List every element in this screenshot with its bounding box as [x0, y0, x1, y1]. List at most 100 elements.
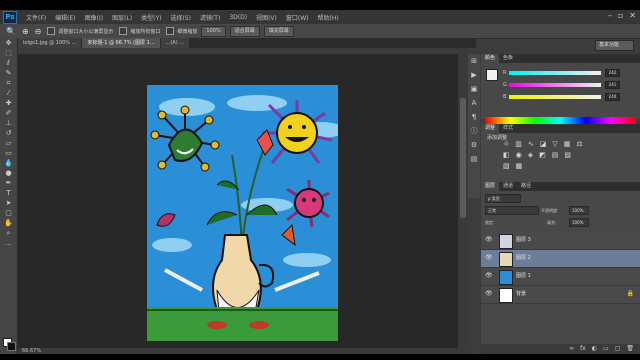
healing-icon[interactable]: ✚ — [0, 98, 17, 108]
menu-select[interactable]: 选择(S) — [170, 13, 191, 22]
g-value[interactable]: 241 — [605, 81, 620, 89]
eraser-icon[interactable]: ▱ — [0, 138, 17, 148]
layer-name[interactable]: 图层 2 — [516, 254, 531, 261]
resize-windows-checkbox[interactable] — [47, 27, 56, 35]
eye-icon[interactable]: 👁 — [485, 236, 493, 244]
tab-swatches[interactable]: 色板 — [499, 54, 517, 63]
folder-icon[interactable]: ▭ — [603, 344, 609, 354]
blur-icon[interactable]: 💧 — [0, 158, 17, 168]
gradient-map-icon[interactable]: ▨ — [503, 162, 510, 170]
actual-pixels-button[interactable]: 100% — [201, 25, 226, 37]
lasso-icon[interactable]: ℓ — [0, 58, 17, 68]
selective-color-icon[interactable]: ▩ — [516, 162, 523, 170]
opacity-input[interactable]: 100% — [569, 206, 589, 215]
info-icon[interactable]: ⓘ — [468, 124, 480, 138]
dodge-icon[interactable]: ● — [0, 168, 17, 178]
r-slider-bar[interactable] — [509, 71, 601, 75]
crop-icon[interactable]: ⌗ — [0, 78, 17, 88]
exposure-icon[interactable]: ◪ — [540, 140, 547, 148]
layer-row[interactable]: 👁 图层 3 — [481, 232, 640, 250]
fx-icon[interactable]: fx — [580, 344, 586, 354]
stamp-icon[interactable]: ⊥ — [0, 118, 17, 128]
menu-help[interactable]: 帮助(H) — [318, 13, 339, 22]
zoom-out-icon[interactable]: ⊖ — [35, 27, 42, 36]
layer-name[interactable]: 图层 1 — [516, 272, 531, 279]
type-icon[interactable]: T — [0, 188, 17, 198]
layer-name[interactable]: 图层 3 — [516, 236, 531, 243]
g-slider-bar[interactable] — [509, 83, 601, 87]
layer-kind-filter[interactable]: ρ 类型 — [485, 194, 521, 203]
artwork-canvas[interactable] — [147, 85, 338, 341]
marquee-icon[interactable]: ⬚ — [0, 48, 17, 58]
history-brush-icon[interactable]: ↺ — [0, 128, 17, 138]
layer-row[interactable]: 👁 图层 1 — [481, 268, 640, 286]
path-select-icon[interactable]: ➤ — [0, 198, 17, 208]
move-icon[interactable]: ✥ — [0, 38, 17, 48]
zoom-all-checkbox[interactable] — [119, 27, 128, 35]
eyedropper-icon[interactable]: ⁄ — [0, 88, 17, 98]
slider-g[interactable]: G 241 — [503, 81, 620, 89]
levels-icon[interactable]: ▥ — [515, 140, 522, 148]
layer-row-selected[interactable]: 👁 图层 2 — [481, 250, 640, 268]
blend-mode-select[interactable]: 正常 — [485, 206, 539, 215]
fit-screen-button[interactable]: 适合屏幕 — [229, 25, 260, 37]
brush-preset-icon[interactable]: ▣ — [468, 82, 480, 96]
invert-icon[interactable]: ◩ — [539, 151, 546, 159]
properties-icon[interactable]: ▶ — [468, 68, 480, 82]
character-icon[interactable]: A — [468, 96, 480, 110]
tab-paths[interactable]: 路径 — [517, 182, 535, 191]
scrollbar-thumb[interactable] — [460, 98, 466, 218]
edit-toolbar-icon[interactable]: … — [0, 238, 17, 248]
slider-b[interactable]: B 240 — [503, 93, 620, 101]
background-color-swatch[interactable] — [7, 342, 16, 351]
hue-icon[interactable]: ▦ — [564, 140, 571, 148]
shape-icon[interactable]: ▢ — [0, 208, 17, 218]
paragraph-icon[interactable]: ¶ — [468, 110, 480, 124]
fill-input[interactable]: 100% — [569, 218, 589, 227]
photo-filter-icon[interactable]: ◉ — [516, 151, 522, 159]
tab-color[interactable]: 颜色 — [481, 54, 500, 63]
link-icon[interactable]: ∞ — [569, 344, 574, 354]
eye-icon[interactable]: 👁 — [485, 272, 493, 280]
menu-layer[interactable]: 图层(L) — [112, 13, 132, 22]
eye-icon[interactable]: 👁 — [485, 254, 493, 262]
swatch-icon[interactable]: ⚙ — [468, 138, 480, 152]
document-tab-active[interactable]: 未标题-1 @ 66.7% (图层 1... — [82, 38, 160, 48]
curves-icon[interactable]: ∿ — [528, 140, 534, 148]
fg-color-preview[interactable] — [486, 69, 498, 81]
tab-adjustments[interactable]: 调整 — [481, 124, 500, 133]
zoom-icon[interactable]: ⌕ — [0, 228, 17, 238]
menu-file[interactable]: 文件(F) — [26, 13, 46, 22]
document-tab[interactable]: lolgo1.jpg @ 100% ... — [18, 38, 82, 48]
scrubby-zoom-checkbox[interactable] — [166, 27, 175, 35]
color-spectrum[interactable] — [485, 117, 636, 124]
brush-icon[interactable]: ✐ — [0, 108, 17, 118]
close-icon[interactable]: ✕ — [629, 11, 636, 20]
layer-row[interactable]: 👁 背景 🔒 — [481, 286, 640, 304]
menu-type[interactable]: 类型(Y) — [141, 13, 161, 22]
maximize-icon[interactable]: ▫ — [618, 11, 623, 20]
menu-view[interactable]: 视图(V) — [256, 13, 277, 22]
r-value[interactable]: 242 — [605, 69, 620, 77]
fill-screen-button[interactable]: 填充屏幕 — [263, 25, 294, 37]
gradient-icon[interactable]: ▭ — [0, 148, 17, 158]
actions-icon[interactable]: ▤ — [468, 152, 480, 166]
hand-icon[interactable]: ✋ — [0, 218, 17, 228]
history-icon[interactable]: ⊞ — [468, 54, 480, 68]
menu-3d[interactable]: 3D(D) — [229, 14, 247, 21]
brightness-icon[interactable]: ☼ — [503, 140, 509, 148]
vertical-scrollbar[interactable] — [458, 48, 468, 348]
trash-icon[interactable]: 🗑 — [626, 344, 634, 354]
tab-channels[interactable]: 通道 — [499, 182, 517, 191]
eye-icon[interactable]: 👁 — [485, 290, 493, 298]
vibrance-icon[interactable]: ▽ — [552, 140, 557, 148]
posterize-icon[interactable]: ▤ — [552, 151, 559, 159]
menu-image[interactable]: 图像(I) — [85, 13, 103, 22]
b-slider-bar[interactable] — [509, 95, 601, 99]
threshold-icon[interactable]: ▧ — [564, 151, 571, 159]
menu-filter[interactable]: 滤镜(T) — [200, 13, 220, 22]
layer-name[interactable]: 背景 — [516, 290, 526, 297]
workspace-switcher[interactable]: 基本功能 — [595, 40, 634, 51]
mask-icon[interactable]: ◐ — [592, 344, 597, 354]
tab-layers[interactable]: 图层 — [481, 182, 500, 191]
